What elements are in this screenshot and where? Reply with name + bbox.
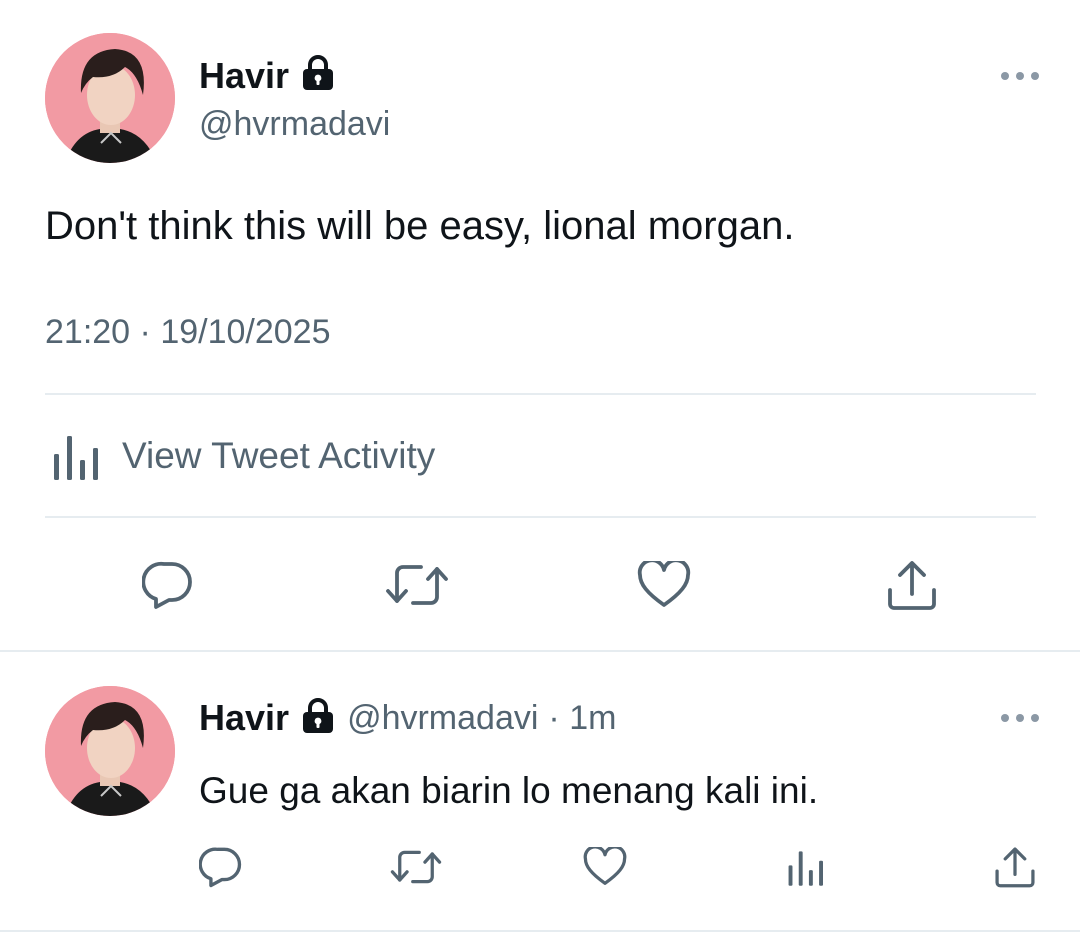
reply-icon	[199, 847, 242, 888]
avatar[interactable]	[45, 686, 175, 816]
retweet-button[interactable]	[388, 842, 444, 892]
reply-icon	[142, 561, 192, 609]
share-button[interactable]	[990, 842, 1040, 892]
views-icon	[788, 851, 823, 886]
reply-button[interactable]	[138, 555, 198, 615]
lock-icon	[301, 55, 335, 100]
divider	[45, 393, 1036, 395]
views-button[interactable]	[780, 842, 830, 892]
tweet-age[interactable]: · 1m	[548, 699, 616, 738]
share-icon	[995, 847, 1035, 888]
tweet-timestamp: 21:20 · 19/10/2025	[45, 313, 331, 352]
tweet-text: Gue ga akan biarin lo menang kali ini.	[199, 770, 819, 811]
timestamp-separator: ·	[139, 313, 151, 351]
tweet-text: Don't think this will be easy, lional mo…	[45, 204, 795, 248]
retweet-button[interactable]	[382, 555, 452, 615]
view-activity-link[interactable]: View Tweet Activity	[52, 432, 435, 480]
like-button[interactable]	[634, 555, 694, 615]
reply-header: Havir @hvrmadavi · 1m	[199, 697, 616, 739]
avatar-image	[45, 33, 175, 163]
tweet-time[interactable]: 21:20	[45, 313, 130, 351]
author-handle[interactable]: @hvrmadavi	[199, 105, 390, 144]
more-options-icon[interactable]	[1001, 714, 1039, 722]
divider	[45, 516, 1036, 518]
author-name-text[interactable]: Havir	[199, 55, 289, 96]
retweet-icon	[386, 565, 448, 605]
analytics-icon	[52, 432, 102, 480]
avatar[interactable]	[45, 33, 175, 163]
more-options-icon[interactable]	[1001, 72, 1039, 80]
view-activity-label[interactable]: View Tweet Activity	[122, 435, 435, 477]
like-icon	[583, 847, 627, 885]
thread-separator	[0, 650, 1080, 652]
share-icon	[888, 561, 936, 610]
author-name[interactable]: Havir	[199, 55, 335, 100]
like-button[interactable]	[580, 842, 630, 892]
like-icon	[637, 561, 691, 607]
author-handle[interactable]: @hvrmadavi	[347, 699, 538, 738]
share-button[interactable]	[882, 555, 942, 615]
avatar-image	[45, 686, 175, 816]
reply-button[interactable]	[196, 842, 246, 892]
bottom-separator	[0, 930, 1080, 932]
lock-icon	[301, 697, 335, 739]
author-name[interactable]: Havir	[199, 697, 289, 739]
retweet-icon	[390, 850, 442, 884]
tweet-date[interactable]: 19/10/2025	[160, 313, 330, 351]
